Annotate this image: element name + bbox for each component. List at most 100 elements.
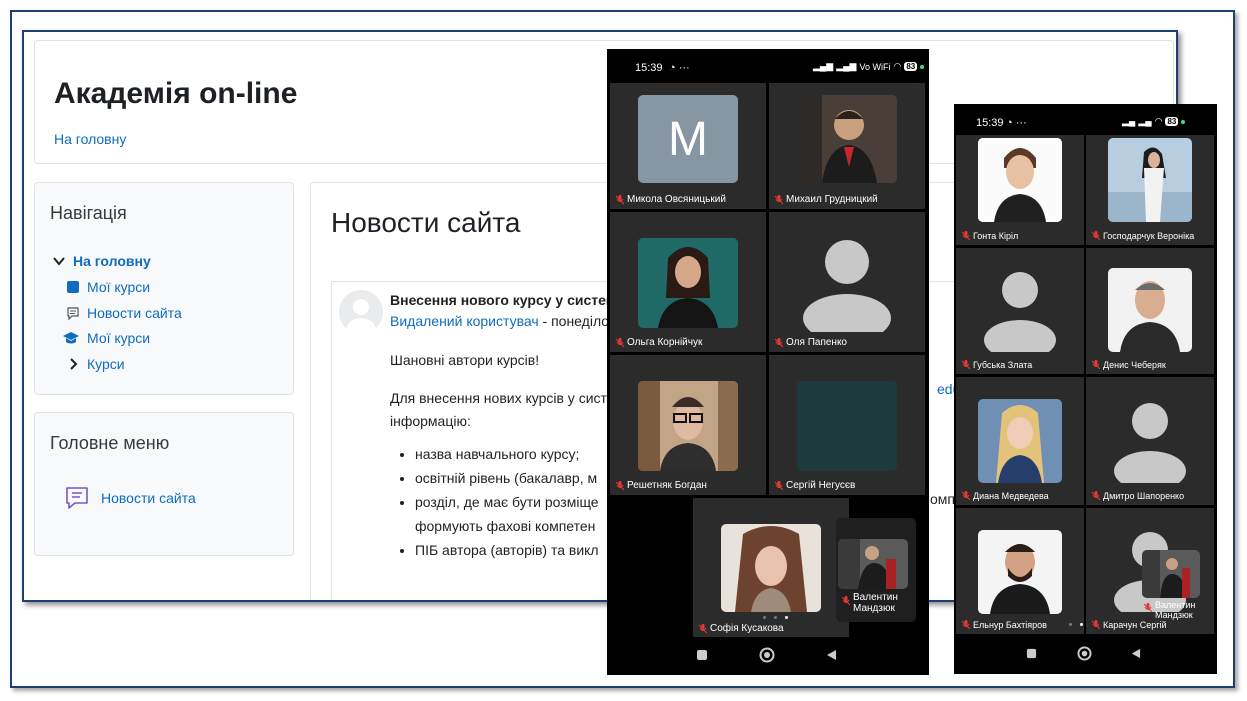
status-extra: ◔ ···: [1006, 117, 1027, 129]
mic-muted-icon: [962, 360, 970, 370]
nav-item-home[interactable]: На головну: [51, 253, 151, 269]
participant-name: Дмитро Шапоренко: [1092, 491, 1184, 501]
mic-muted-icon: [962, 491, 970, 501]
post-author-link[interactable]: Видалений користувач: [390, 313, 539, 329]
nav-item-site-news[interactable]: Новости сайта: [65, 305, 182, 321]
privacy-dot: [1181, 119, 1186, 124]
nav-item-label: Мої курси: [87, 330, 151, 346]
wifi-icon: ◠: [893, 61, 902, 71]
page-title: Новости сайта: [331, 207, 521, 238]
main-menu-heading: Головне меню: [50, 433, 170, 453]
status-icons: ▂▄ ▂▄ ◠ 83: [1122, 116, 1186, 127]
phone-screenshot-1: 15:39 ◔ ··· ▂▄▆ ▂▄▆ Vo WiFi ◠ 83 M Микол…: [607, 49, 929, 675]
mic-muted-icon: [616, 480, 624, 490]
back-button-icon[interactable]: [825, 649, 837, 661]
android-nav-bar: [607, 637, 929, 675]
participant-name: Сергій Негусєв: [775, 480, 855, 491]
main-menu-item-site-news[interactable]: Новости сайта: [63, 485, 196, 511]
nav-item-label: Курси: [87, 356, 125, 372]
android-nav-bar: [954, 636, 1217, 674]
battery-icon: 83: [904, 62, 918, 71]
dashboard-icon: [65, 279, 81, 295]
participant-name: Валентин Мандзюк: [842, 592, 898, 614]
self-view-tile[interactable]: Валентин Мандзюк: [836, 518, 916, 622]
home-button-icon[interactable]: [759, 647, 775, 663]
graduation-cap-icon: [61, 330, 81, 346]
default-avatar-icon: [803, 240, 891, 332]
status-bar: 15:39 ◔ ··· ▂▄ ▂▄ ◠ 83: [954, 104, 1217, 138]
participant-tile[interactable]: Денис Чеберяк: [1086, 248, 1214, 374]
participant-tile[interactable]: Михаил Грудницкий: [769, 83, 925, 209]
participant-tile[interactable]: Оля Папенко: [769, 212, 925, 352]
recents-button-icon[interactable]: [696, 649, 708, 661]
participant-tile[interactable]: Диана Медведева: [956, 377, 1084, 505]
status-time: 15:39: [976, 117, 1004, 129]
nav-item-my-courses-2[interactable]: Мої курси: [61, 330, 150, 346]
participant-photo: [1108, 138, 1192, 222]
home-link[interactable]: На головну: [54, 131, 126, 147]
participant-photo: [797, 95, 897, 183]
participant-tile[interactable]: Господарчук Вероніка: [1086, 135, 1214, 245]
participant-tile[interactable]: M Микола Овсяницький: [610, 83, 766, 209]
mic-muted-icon: [962, 231, 970, 241]
mic-muted-icon: [1144, 603, 1152, 613]
featured-participant-tile[interactable]: Софія Кусакова: [693, 498, 849, 638]
post-date: - понеділо: [538, 313, 610, 329]
signal-icon: ▂▄▆: [813, 61, 834, 71]
participant-name: Валентин Мандзюк: [1144, 600, 1195, 620]
back-button-icon[interactable]: [1130, 648, 1141, 659]
mic-muted-icon: [699, 623, 707, 633]
status-bar: 15:39 ◔ ··· ▂▄▆ ▂▄▆ Vo WiFi ◠ 83: [607, 49, 929, 83]
participant-name: Гонта Кіріл: [962, 231, 1018, 241]
list-item-continuation: формують фахові компетен: [415, 518, 596, 534]
forum-icon: [65, 305, 81, 321]
site-title: Академія on-line: [54, 77, 298, 110]
navigation-heading: Навігація: [50, 203, 127, 223]
mic-muted-icon: [775, 480, 783, 490]
participant-photo: [978, 399, 1062, 483]
default-avatar-icon: [984, 272, 1056, 352]
main-menu-item-label: Новости сайта: [101, 490, 196, 506]
default-avatar-icon: [1114, 403, 1186, 483]
participant-photo: [1108, 268, 1192, 352]
participant-name: Оля Папенко: [775, 337, 847, 348]
recents-button-icon[interactable]: [1026, 648, 1037, 659]
participant-tile[interactable]: Гонта Кіріл: [956, 135, 1084, 245]
self-view-tile[interactable]: Валентин Мандзюк: [1140, 548, 1202, 624]
post-byline: Видалений користувач - понеділо: [390, 313, 609, 329]
participant-tile[interactable]: Ельнур Бахтіяров: [956, 508, 1084, 634]
page-indicator: [763, 616, 788, 619]
avatar-letter: M: [668, 112, 708, 166]
signal-icon: ▂▄▆: [836, 61, 857, 71]
wifi-icon: ◠: [1154, 116, 1163, 126]
participant-tile[interactable]: Ольга Корнійчук: [610, 212, 766, 352]
participant-name: Микола Овсяницький: [616, 194, 726, 205]
post-paragraph-line1: Для внесення нових курсів у сист: [390, 390, 607, 406]
navigation-block: Навігація На головну Мої курси Новости с…: [34, 182, 294, 395]
home-button-icon[interactable]: [1077, 646, 1092, 661]
main-menu-block: Головне меню Новости сайта: [34, 412, 294, 556]
mic-muted-icon: [775, 194, 783, 204]
nav-item-label: Новости сайта: [87, 305, 182, 321]
user-avatar: [339, 290, 383, 334]
nav-item-courses[interactable]: Курси: [65, 356, 125, 372]
status-time: 15:39: [635, 62, 663, 74]
mic-muted-icon: [1092, 360, 1100, 370]
nav-item-my-courses[interactable]: Мої курси: [65, 279, 150, 295]
participant-name: Михаил Грудницкий: [775, 194, 878, 205]
participant-name: Диана Медведева: [962, 491, 1049, 501]
forum-icon: [63, 485, 91, 511]
vowifi-label: Vo WiFi: [859, 61, 891, 72]
post-subject[interactable]: Внесення нового курсу у систем: [390, 292, 616, 308]
participant-photo: [638, 238, 738, 328]
participant-tile[interactable]: Губська Злата: [956, 248, 1084, 374]
participant-tile[interactable]: Дмитро Шапоренко: [1086, 377, 1214, 505]
participant-photo: [721, 524, 821, 612]
participant-name: Решетняк Богдан: [616, 480, 707, 491]
signal-icon: ▂▄: [1122, 116, 1136, 126]
mic-muted-icon: [1092, 231, 1100, 241]
list-item: розділ, де має бути розміще: [415, 490, 599, 514]
participant-tile[interactable]: Сергій Негусєв: [769, 355, 925, 495]
participant-tile[interactable]: Решетняк Богдан: [610, 355, 766, 495]
mic-muted-icon: [1092, 620, 1100, 630]
